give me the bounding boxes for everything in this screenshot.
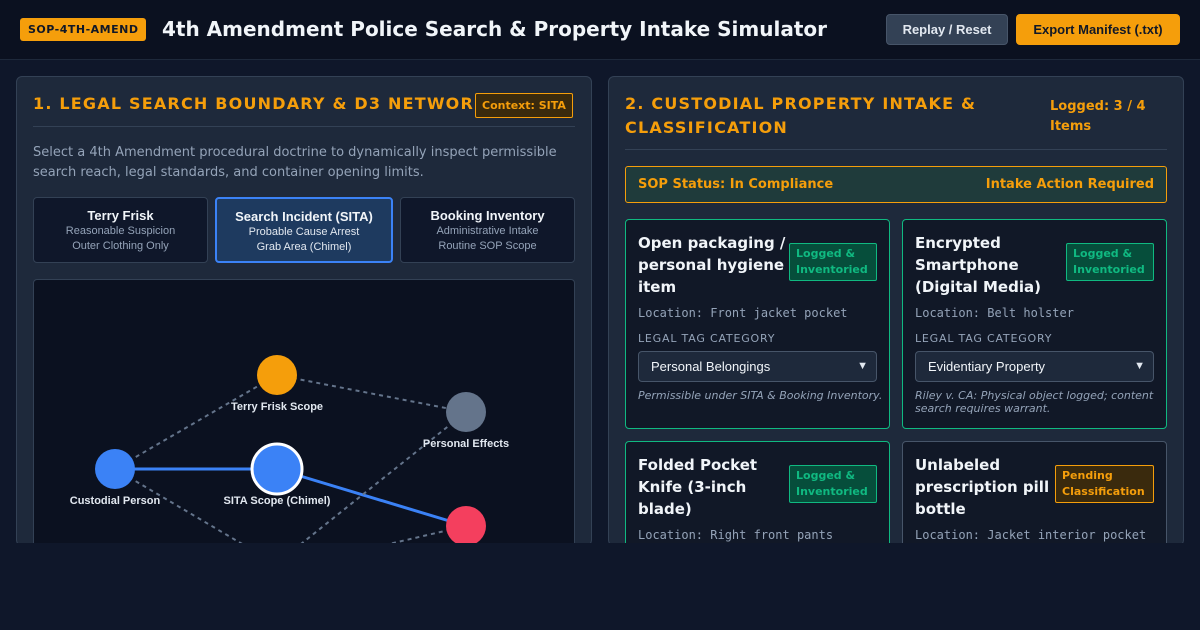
sop-action-text: Intake Action Required [985, 177, 1154, 192]
item-title-line: Unlabeled [915, 456, 1001, 474]
node-personal-effects[interactable] [446, 392, 486, 432]
chevron-down-icon: ▼ [1134, 360, 1145, 372]
sop-id-badge: SOP-4TH-AMEND [20, 18, 147, 41]
selected-category: Evidentiary Property [928, 359, 1046, 374]
item-title: Folded Pocket Knife (3-inch blade) [638, 454, 786, 520]
status-badge: Logged & Inventoried [1066, 243, 1154, 281]
doctrine-standard: Reasonable Suspicion [65, 225, 176, 237]
node-custodial-person[interactable] [95, 449, 135, 489]
item-title-line: (Digital Media) [915, 278, 1041, 296]
property-card: Open packaging / personal hygiene item L… [625, 219, 890, 429]
panel-title-line2: CLASSIFICATION [625, 118, 789, 137]
item-title: Open packaging / personal hygiene item [638, 232, 786, 298]
edge-effects-lower [298, 411, 467, 545]
status-badge: Pending Classification [1055, 465, 1154, 503]
item-title-line: Open packaging / [638, 234, 786, 252]
node-label-custodial: Custodial Person [70, 495, 161, 507]
doctrine-standard: Administrative Intake [436, 225, 539, 237]
item-location: Location: Front jacket pocket [638, 306, 848, 320]
divider [33, 126, 575, 127]
legal-note: Riley v. CA: Physical object logged; con… [915, 389, 1154, 415]
property-card: Encrypted Smartphone (Digital Media) Log… [902, 219, 1167, 429]
logged-count-unit: Items [1050, 119, 1092, 134]
item-title-line: prescription pill [915, 478, 1050, 496]
status-badge: Logged & Inventoried [789, 465, 877, 503]
property-card: Unlabeled prescription pill bottle Pendi… [902, 441, 1167, 545]
doctrine-scope: Outer Clothing Only [72, 240, 169, 252]
divider [625, 149, 1167, 150]
doctrine-title: Terry Frisk [87, 208, 154, 223]
item-location: Location: Belt holster [915, 306, 1074, 320]
node-container[interactable] [446, 506, 486, 546]
panel-description: Select a 4th Amendment procedural doctri… [33, 145, 557, 180]
selected-category: Personal Belongings [651, 359, 771, 374]
item-title-line: Folded Pocket [638, 456, 758, 474]
doctrine-scope: Grab Area (Chimel) [256, 241, 352, 253]
doctrine-title: Booking Inventory [430, 208, 545, 223]
property-card: Folded Pocket Knife (3-inch blade) Logge… [625, 441, 890, 545]
tag-category-label: LEGAL TAG CATEGORY [638, 332, 776, 345]
network-graph[interactable]: Terry Frisk Scope Personal Effects Custo… [33, 279, 575, 546]
node-label-sita: SITA Scope (Chimel) [224, 495, 331, 507]
tag-category-label: LEGAL TAG CATEGORY [915, 332, 1053, 345]
node-terry-frisk-scope[interactable] [257, 355, 297, 395]
top-bar: SOP-4TH-AMEND 4th Amendment Police Searc… [0, 0, 1200, 60]
replay-reset-button[interactable]: Replay / Reset [886, 14, 1008, 45]
legal-note: Permissible under SITA & Booking Invento… [638, 389, 883, 402]
item-title-line: blade) [638, 500, 692, 518]
doctrine-title: Search Incident (SITA) [235, 209, 373, 224]
doctrine-scope: Routine SOP Scope [438, 240, 537, 252]
node-sita-scope[interactable] [250, 442, 304, 496]
item-location: Location: Jacket interior pocket [915, 528, 1147, 542]
item-title-line: Smartphone [915, 256, 1019, 274]
item-title-line: personal hygiene [638, 256, 785, 274]
network-svg: Terry Frisk Scope Personal Effects Custo… [70, 355, 509, 546]
panel-title: 1. LEGAL SEARCH BOUNDARY & D3 NETWORK [33, 94, 488, 113]
item-title: Unlabeled prescription pill bottle [915, 454, 1063, 520]
item-title-line: bottle [915, 500, 966, 518]
item-title-line: Knife (3-inch [638, 478, 747, 496]
tag-category-select[interactable]: Personal Belongings ▼ [638, 351, 877, 382]
doctrine-standard: Probable Cause Arrest [248, 226, 360, 238]
export-manifest-button[interactable]: Export Manifest (.txt) [1016, 14, 1180, 45]
doctrine-terry-frisk[interactable]: Terry Frisk Reasonable Suspicion Outer C… [33, 197, 208, 263]
edge-custodial-terry [114, 374, 278, 470]
chevron-down-icon: ▼ [857, 360, 868, 372]
panel-title-line1: 2. CUSTODIAL PROPERTY INTAKE & [625, 94, 977, 113]
sop-status-text: SOP Status: In Compliance [638, 177, 834, 192]
node-label-effects: Personal Effects [423, 438, 509, 450]
tag-category-select[interactable]: Evidentiary Property ▼ [915, 351, 1154, 382]
item-title-line: item [638, 278, 677, 296]
item-title: Encrypted Smartphone (Digital Media) [915, 232, 1063, 298]
node-label-terry: Terry Frisk Scope [231, 401, 323, 413]
item-location: Location: Right front pants [638, 528, 834, 542]
edge-custodial-lower [114, 468, 246, 545]
page-background [0, 543, 1200, 630]
legal-boundary-panel: 1. LEGAL SEARCH BOUNDARY & D3 NETWORK Co… [16, 76, 592, 546]
logged-count: Logged: 3 / 4 [1050, 99, 1146, 114]
property-intake-panel: 2. CUSTODIAL PROPERTY INTAKE & CLASSIFIC… [608, 76, 1184, 546]
sop-status-bar: SOP Status: In Compliance Intake Action … [625, 166, 1167, 203]
app-title: 4th Amendment Police Search & Property I… [162, 17, 828, 41]
doctrine-booking-inventory[interactable]: Booking Inventory Administrative Intake … [400, 197, 575, 263]
status-badge: Logged & Inventoried [789, 243, 877, 281]
item-title-line: Encrypted [915, 234, 1001, 252]
doctrine-sita[interactable]: Search Incident (SITA) Probable Cause Ar… [215, 197, 393, 263]
context-badge: Context: SITA [475, 93, 573, 118]
